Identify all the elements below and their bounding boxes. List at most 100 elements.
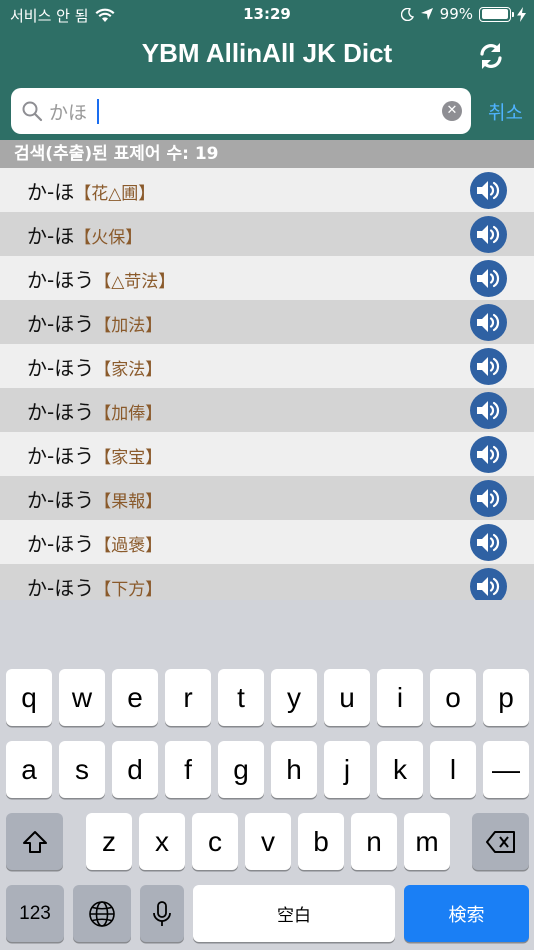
- headword-kanji: 【家宝】: [94, 448, 163, 468]
- headword-kana: か-ほう: [27, 576, 95, 600]
- headword-kana: か-ほう: [27, 532, 95, 556]
- cancel-button[interactable]: 취소: [488, 98, 523, 125]
- table-row[interactable]: か-ほう【下方】: [0, 564, 534, 600]
- headword-kanji: 【過褒】: [94, 536, 163, 556]
- table-row[interactable]: か-ほ【火保】: [0, 212, 534, 256]
- headword-kanji: 【加俸】: [94, 404, 163, 424]
- search-input[interactable]: [49, 96, 429, 126]
- battery-percent: 99%: [439, 5, 473, 23]
- key-i[interactable]: i: [377, 669, 423, 726]
- key-n[interactable]: n: [351, 813, 397, 870]
- text-caret: [97, 99, 99, 124]
- table-row[interactable]: か-ほう【過褒】: [0, 520, 534, 564]
- space-key[interactable]: 空白: [193, 885, 395, 942]
- pronounce-button[interactable]: [470, 304, 507, 341]
- key-g[interactable]: g: [218, 741, 264, 798]
- pronounce-button[interactable]: [470, 216, 507, 253]
- pronounce-button[interactable]: [470, 172, 507, 209]
- key-k[interactable]: k: [377, 741, 423, 798]
- table-row[interactable]: か-ほう【加俸】: [0, 388, 534, 432]
- headword-kanji: 【下方】: [94, 580, 163, 600]
- headword-kanji: 【△苛法】: [94, 272, 176, 292]
- pronounce-button[interactable]: [470, 392, 507, 429]
- headword-kana: か-ほう: [27, 312, 95, 336]
- speaker-icon: [477, 357, 500, 376]
- headword-kanji: 【加法】: [94, 316, 163, 336]
- key-o[interactable]: o: [430, 669, 476, 726]
- headword-kanji: 【花△圃】: [74, 184, 156, 204]
- headword: か-ほう【△苛法】: [27, 264, 175, 293]
- search-bar: ✕ 취소: [0, 82, 534, 140]
- key-f[interactable]: f: [165, 741, 211, 798]
- moon-icon: [400, 7, 414, 21]
- key-dash[interactable]: —: [483, 741, 529, 798]
- table-row[interactable]: か-ほう【果報】: [0, 476, 534, 520]
- app-title: YBM AllinAll JK Dict: [141, 38, 393, 68]
- keyboard: 123 空白 検索 q w e r t y u i o p a s d f g h j k l — z x c v b n m: [0, 600, 534, 950]
- charging-icon: [517, 6, 526, 22]
- speaker-icon: [477, 533, 500, 552]
- headword: か-ほ【花△圃】: [27, 176, 155, 205]
- pronounce-button[interactable]: [470, 436, 507, 473]
- key-z[interactable]: z: [86, 813, 132, 870]
- headword-kana: か-ほ: [27, 180, 75, 204]
- headword: か-ほ【火保】: [27, 220, 142, 249]
- key-m[interactable]: m: [404, 813, 450, 870]
- key-s[interactable]: s: [59, 741, 105, 798]
- key-q[interactable]: q: [6, 669, 52, 726]
- key-v[interactable]: v: [245, 813, 291, 870]
- search-field[interactable]: ✕: [11, 88, 471, 134]
- headword: か-ほう【加俸】: [27, 396, 162, 425]
- shift-icon: [22, 830, 47, 853]
- result-count-header: 검색(추출)된 표제어 수: 19: [0, 140, 534, 168]
- key-p[interactable]: p: [483, 669, 529, 726]
- shift-key[interactable]: [6, 813, 63, 870]
- key-x[interactable]: x: [139, 813, 185, 870]
- key-l[interactable]: l: [430, 741, 476, 798]
- backspace-key[interactable]: [472, 813, 529, 870]
- key-t[interactable]: t: [218, 669, 264, 726]
- table-row[interactable]: か-ほう【△苛法】: [0, 256, 534, 300]
- pronounce-button[interactable]: [470, 480, 507, 517]
- key-d[interactable]: d: [112, 741, 158, 798]
- key-e[interactable]: e: [112, 669, 158, 726]
- clear-search-button[interactable]: ✕: [442, 101, 462, 121]
- pronounce-button[interactable]: [470, 568, 507, 600]
- pronounce-button[interactable]: [470, 260, 507, 297]
- search-key[interactable]: 検索: [404, 885, 529, 942]
- key-b[interactable]: b: [298, 813, 344, 870]
- close-icon: ✕: [446, 103, 458, 118]
- key-a[interactable]: a: [6, 741, 52, 798]
- headword-kanji: 【果報】: [94, 492, 163, 512]
- key-w[interactable]: w: [59, 669, 105, 726]
- refresh-icon: [480, 43, 502, 69]
- numbers-key[interactable]: 123: [6, 885, 64, 942]
- key-j[interactable]: j: [324, 741, 370, 798]
- headword: か-ほう【加法】: [27, 308, 162, 337]
- microphone-icon: [153, 900, 171, 926]
- table-row[interactable]: か-ほう【家法】: [0, 344, 534, 388]
- table-row[interactable]: か-ほう【家宝】: [0, 432, 534, 476]
- speaker-icon: [477, 489, 500, 508]
- results-list: か-ほ【花△圃】 か-ほ【火保】 か-ほう【△苛法】 か-ほう【加法】 か-ほう【家法】…: [0, 168, 534, 600]
- headword-kanji: 【家法】: [94, 360, 163, 380]
- dictation-key[interactable]: [140, 885, 184, 942]
- key-u[interactable]: u: [324, 669, 370, 726]
- headword: か-ほう【家法】: [27, 352, 162, 381]
- headword-kana: か-ほう: [27, 444, 95, 468]
- key-c[interactable]: c: [192, 813, 238, 870]
- globe-key[interactable]: [73, 885, 131, 942]
- key-y[interactable]: y: [271, 669, 317, 726]
- pronounce-button[interactable]: [470, 524, 507, 561]
- battery-icon: [479, 6, 514, 22]
- speaker-icon: [477, 181, 500, 200]
- key-h[interactable]: h: [271, 741, 317, 798]
- speaker-icon: [477, 313, 500, 332]
- table-row[interactable]: か-ほ【花△圃】: [0, 168, 534, 212]
- table-row[interactable]: か-ほう【加法】: [0, 300, 534, 344]
- headword-kana: か-ほう: [27, 488, 95, 512]
- key-r[interactable]: r: [165, 669, 211, 726]
- pronounce-button[interactable]: [470, 348, 507, 385]
- headword-kanji: 【火保】: [74, 228, 143, 248]
- refresh-button[interactable]: [476, 41, 506, 71]
